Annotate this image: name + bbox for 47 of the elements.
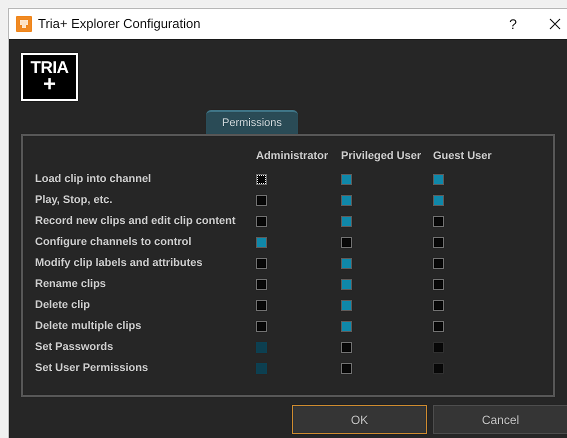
checkbox[interactable]: [433, 236, 444, 248]
permission-label: Load clip into channel: [35, 172, 152, 186]
checkbox[interactable]: [341, 236, 352, 248]
checkbox[interactable]: [256, 236, 267, 248]
checkbox[interactable]: [341, 174, 352, 184]
checkbox[interactable]: [433, 278, 444, 290]
permission-label: Delete multiple clips: [35, 320, 142, 332]
column-header: Privileged User: [341, 149, 422, 164]
column-header: Guest User: [433, 149, 493, 164]
checkbox[interactable]: [256, 194, 267, 206]
permission-label: Set User Permissions: [35, 362, 150, 374]
column-header: Administrator: [256, 149, 330, 164]
window-title: Tria+ Explorer Configuration: [38, 15, 200, 34]
permission-label: Set Passwords: [35, 340, 114, 354]
permission-label: Modify clip labels and attributes: [35, 256, 204, 270]
tria-logo: TRIA +: [21, 53, 78, 101]
close-icon[interactable]: [549, 18, 561, 30]
permission-label: Play, Stop, etc.: [35, 194, 114, 206]
permission-label: Record new clips and edit clip content: [35, 214, 236, 228]
checkbox[interactable]: [433, 300, 444, 310]
dialog-button[interactable]: OK: [292, 405, 427, 434]
checkbox[interactable]: [341, 258, 352, 268]
checkbox[interactable]: [341, 320, 352, 332]
app-icon: [16, 16, 32, 32]
checkbox[interactable]: [256, 258, 267, 268]
help-button[interactable]: ?: [501, 14, 525, 34]
dialog-button[interactable]: Cancel: [433, 405, 567, 434]
checkbox[interactable]: [433, 320, 444, 332]
checkbox[interactable]: [341, 342, 352, 352]
checkbox[interactable]: [433, 194, 444, 206]
checkbox[interactable]: [433, 258, 444, 268]
checkbox[interactable]: [433, 216, 444, 226]
checkbox[interactable]: [256, 216, 267, 226]
checkbox[interactable]: [256, 174, 267, 184]
checkbox[interactable]: [341, 216, 352, 226]
checkbox[interactable]: [341, 194, 352, 206]
tab[interactable]: Permissions: [206, 110, 298, 134]
permission-label: Configure channels to control: [35, 236, 192, 248]
checkbox[interactable]: [341, 278, 352, 290]
permission-label: Delete clip: [35, 298, 92, 312]
checkbox[interactable]: [433, 174, 444, 184]
checkbox[interactable]: [256, 278, 267, 290]
checkbox[interactable]: [341, 362, 352, 374]
checkbox[interactable]: [341, 300, 352, 310]
checkbox[interactable]: [256, 300, 267, 310]
permission-label: Rename clips: [35, 278, 107, 290]
checkbox[interactable]: [256, 320, 267, 332]
